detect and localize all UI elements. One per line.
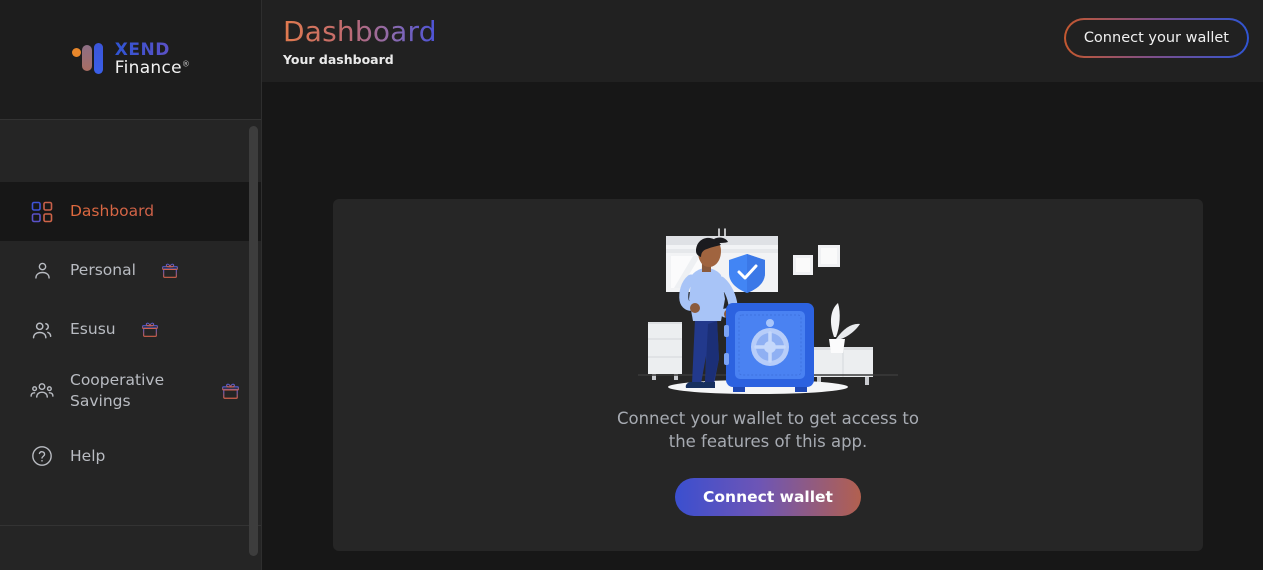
sidebar-item-label: Dashboard — [70, 202, 155, 221]
sidebar-item-label: Help — [70, 446, 106, 465]
sidebar-item-help[interactable]: Help — [0, 423, 262, 489]
gift-icon[interactable] — [141, 322, 158, 338]
gift-icon[interactable] — [222, 383, 239, 399]
wallet-safe-illustration — [638, 227, 898, 397]
sidebar-item-personal[interactable]: Personal — [0, 241, 262, 300]
sidebar: XEND Finance® Dashboard Personal Esusu C… — [0, 0, 262, 570]
brand-logo-area[interactable]: XEND Finance® — [0, 0, 262, 120]
connect-wallet-card: Connect your wallet to get access to the… — [333, 199, 1203, 551]
logo-pill-rose-shape — [81, 44, 92, 71]
xend-logo-mark-icon — [71, 42, 106, 77]
page-title: Dashboard — [283, 15, 437, 48]
connect-wallet-message: Connect your wallet to get access to the… — [616, 409, 919, 452]
logo-wordmark: XEND Finance® — [114, 41, 191, 78]
users-icon — [30, 318, 54, 342]
sidebar-nav: Dashboard Personal Esusu Cooperative Sav… — [0, 182, 262, 525]
xend-finance-logo[interactable]: XEND Finance® — [71, 41, 191, 78]
header-title-block: Dashboard Your dashboard — [283, 10, 437, 67]
sidebar-item-label: Personal — [70, 261, 136, 280]
connect-your-wallet-button-label: Connect your wallet — [1065, 20, 1247, 56]
page-content: Connect your wallet to get access to the… — [262, 82, 1263, 570]
page-subtitle: Your dashboard — [283, 52, 394, 67]
sidebar-spacer — [0, 120, 262, 182]
logo-pill-blue-shape — [93, 42, 103, 74]
group-icon — [30, 379, 54, 403]
logo-finance-text: Finance® — [114, 57, 191, 78]
connect-your-wallet-button[interactable]: Connect your wallet — [1063, 18, 1249, 58]
page-header: Dashboard Your dashboard Connect your wa… — [262, 0, 1263, 82]
sidebar-scrollbar[interactable] — [249, 126, 258, 556]
grid-icon — [30, 200, 54, 224]
main-area: Dashboard Your dashboard Connect your wa… — [262, 0, 1263, 570]
question-circle-icon — [30, 444, 54, 468]
sidebar-item-label: Cooperative Savings — [70, 371, 165, 410]
logo-dot-shape — [71, 47, 81, 57]
sidebar-item-cooperative-savings[interactable]: Cooperative Savings — [0, 359, 262, 423]
sidebar-item-label: Esusu — [70, 320, 116, 339]
gift-icon[interactable] — [161, 263, 178, 279]
app-root: XEND Finance® Dashboard Personal Esusu C… — [0, 0, 1263, 570]
sidebar-footer — [0, 525, 262, 570]
user-icon — [30, 259, 54, 283]
sidebar-item-dashboard[interactable]: Dashboard — [0, 182, 262, 241]
connect-wallet-button[interactable]: Connect wallet — [675, 477, 861, 516]
registered-mark: ® — [181, 58, 191, 68]
sidebar-item-esusu[interactable]: Esusu — [0, 300, 262, 359]
